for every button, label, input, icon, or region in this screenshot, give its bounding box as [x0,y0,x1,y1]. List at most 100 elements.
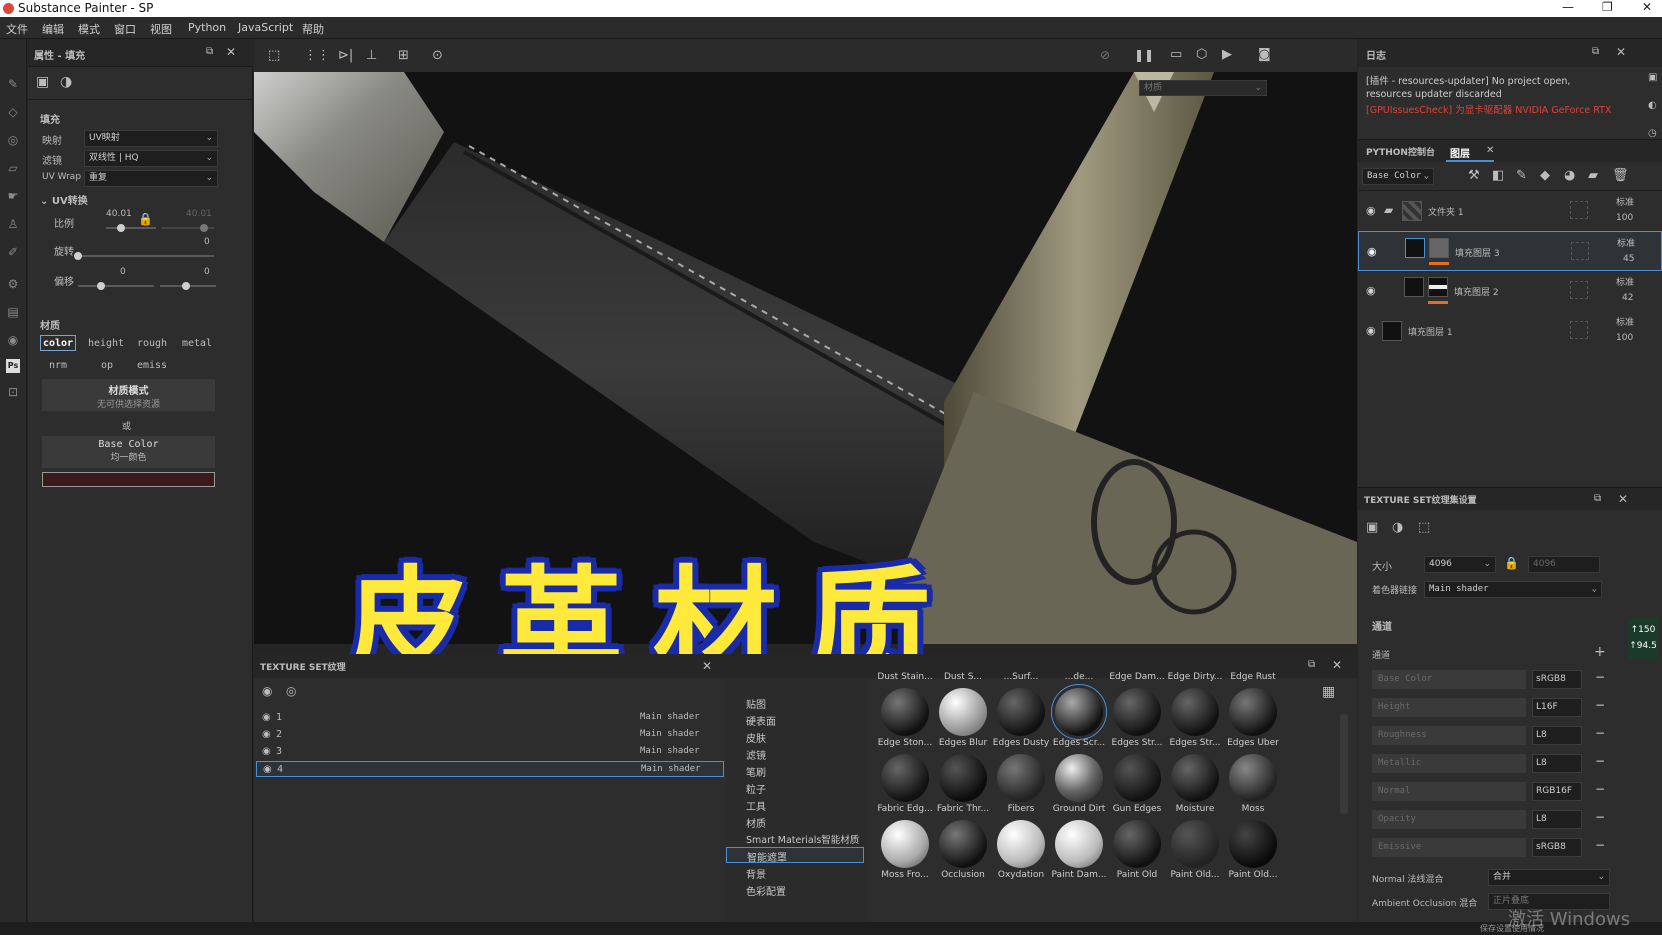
paint-brush-icon[interactable]: ✎ [6,77,20,91]
remove-channel-icon[interactable]: − [1595,782,1605,796]
smart-mask-thumb[interactable] [939,820,987,868]
smart-mask-thumb[interactable] [881,820,929,868]
base-color-button[interactable]: Base Color 均一颜色 [42,436,215,468]
close-panel-icon[interactable]: ✕ [226,45,236,59]
shelf-close-icon[interactable]: ✕ [1332,658,1342,672]
tab-close-icon[interactable]: ✕ [1486,145,1494,156]
pause-icon[interactable]: ❚❚ [1134,48,1154,62]
color-picker-icon[interactable]: ✐ [6,245,20,259]
remove-channel-icon[interactable]: − [1595,698,1605,712]
restore-icon[interactable]: ❐ [1602,0,1613,14]
remove-channel-icon[interactable]: − [1595,670,1605,684]
texture-set-row-selected[interactable]: ◉ 4 Main shader [256,761,724,777]
channel-select[interactable]: Base Color ⌄ [1362,168,1434,185]
history-panel-icon[interactable]: ◷ [1648,128,1657,139]
offset-x-handle[interactable] [97,282,105,290]
layer-row[interactable]: ◉ 填充图层 2 标准 42 [1358,271,1662,311]
add-icon[interactable]: ⊞ [398,48,409,63]
visibility-icon[interactable]: ◉ [1366,204,1378,217]
shelf-category[interactable]: Smart Materials智能材质 [746,832,859,846]
layer-blend[interactable]: 标准 [1616,195,1634,208]
texset-float-icon[interactable]: ⧉ [1594,493,1601,504]
material-mode-button[interactable]: 材质模式 无可供选择资源 [42,379,215,411]
scale-slider-track[interactable] [106,227,156,229]
smart-mask-thumb[interactable] [1171,820,1219,868]
layer-row[interactable]: ◉ 填充图层 1 标准 100 [1358,311,1662,351]
channel-rough-toggle[interactable]: rough [132,335,172,351]
history-icon[interactable]: ⊙ [432,48,443,63]
channel-nrm-toggle[interactable]: nrm [40,357,76,373]
grid-view-icon[interactable]: ⋮⋮ [304,48,330,63]
add-folder-icon[interactable]: ▰ [1588,168,1598,183]
scale-slider-handle[interactable] [117,224,125,232]
filter-select[interactable]: 双线性 | HQ ⌄ [84,150,218,167]
rotate-value[interactable]: 0 [204,237,210,247]
size-lock-icon[interactable]: 🔒 [1504,556,1519,570]
texture-set-row[interactable]: ◉ 2 Main shader [256,727,724,743]
visibility-icon[interactable]: ◉ [1366,324,1378,337]
shader-select[interactable]: Main shader ⌄ [1424,581,1602,598]
channel-format-select[interactable]: sRGB8 [1532,838,1582,857]
base-color-swatch[interactable] [42,472,215,487]
texset-close-icon[interactable]: ✕ [1618,492,1628,506]
layer-opacity[interactable]: 100 [1616,333,1633,343]
layer-opacity[interactable]: 100 [1616,213,1633,223]
lock-icon[interactable]: 🔒 [138,212,153,226]
hide-icon[interactable]: ⊘ [1100,48,1110,62]
layer-blend[interactable]: 标准 [1616,275,1634,288]
remove-channel-icon[interactable]: − [1595,754,1605,768]
shelf-category[interactable]: 工具 [746,798,766,813]
offset-x-value[interactable]: 0 [120,267,126,277]
remove-channel-icon[interactable]: − [1595,810,1605,824]
shelf-scrollbar[interactable] [1340,714,1348,814]
photoshop-icon[interactable]: Ps [6,359,20,373]
texlist-close-icon[interactable]: ✕ [702,659,712,673]
channel-format-select[interactable]: sRGB8 [1532,670,1582,689]
smart-mask-thumb[interactable] [1055,754,1103,802]
remove-channel-icon[interactable]: − [1595,838,1605,852]
menu-python[interactable]: Python [188,21,226,34]
smart-mask-thumb[interactable] [1113,688,1161,736]
layer-blend[interactable]: 标准 [1616,315,1634,328]
bake-icon[interactable]: ▤ [6,305,20,319]
smart-mask-thumb[interactable] [881,754,929,802]
float-panel-icon[interactable]: ⧉ [206,46,213,57]
menu-view[interactable]: 视图 [150,21,172,37]
view-2d-icon[interactable]: ▭ [1170,47,1182,62]
shelf-category-selected[interactable]: 智能遮罩 [726,847,864,864]
close-window-icon[interactable]: ✕ [1642,0,1652,14]
texset-tab-uv-icon[interactable]: ⬚ [1418,520,1430,535]
offset-y-value[interactable]: 0 [204,267,210,277]
menu-mode[interactable]: 模式 [78,21,100,37]
smart-mask-thumb[interactable] [1055,820,1103,868]
smart-mask-thumb[interactable] [939,688,987,736]
visibility-icon[interactable]: ◉ [1366,284,1378,297]
fill-tab-icon[interactable]: ▣ [36,74,49,90]
add-channel-icon[interactable]: + [1594,644,1606,660]
visibility-icon[interactable]: ◉ [1367,245,1379,258]
smart-mask-thumb[interactable] [1229,754,1277,802]
rotate-slider-track[interactable] [78,255,214,257]
tab-layers[interactable]: 图层 [1450,145,1470,160]
uv-transform-title[interactable]: ⌄ UV转换 [40,192,88,207]
shader-settings-icon[interactable]: ◐ [1648,100,1657,111]
normal-mix-select[interactable]: 合并 ⌄ [1488,869,1610,886]
eraser-icon[interactable]: ◇ [6,105,20,119]
polygon-fill-icon[interactable]: ▱ [6,161,20,175]
menu-javascript[interactable]: JavaScript [238,21,293,34]
material-tab-icon[interactable]: ◑ [60,74,72,90]
layer-row-selected[interactable]: ◉ 填充图层 3 标准 45 [1358,231,1662,271]
display-settings-icon[interactable]: ▣ [1648,72,1657,83]
channel-format-select[interactable]: L8 [1532,726,1582,745]
add-effect-icon[interactable]: ⚒ [1468,168,1480,183]
channel-color-toggle[interactable]: color [40,335,76,351]
channel-format-select[interactable]: L8 [1532,754,1582,773]
smart-mask-thumb[interactable] [997,820,1045,868]
offset-y-handle[interactable] [182,282,190,290]
shelf-category[interactable]: 粒子 [746,781,766,796]
channel-format-select[interactable]: L16F [1532,698,1582,717]
smart-mask-thumb[interactable] [1171,688,1219,736]
shelf-float-icon[interactable]: ⧉ [1308,659,1315,670]
export-icon[interactable]: ⊡ [6,385,20,399]
camera-icon[interactable]: ▶ [1222,47,1232,62]
